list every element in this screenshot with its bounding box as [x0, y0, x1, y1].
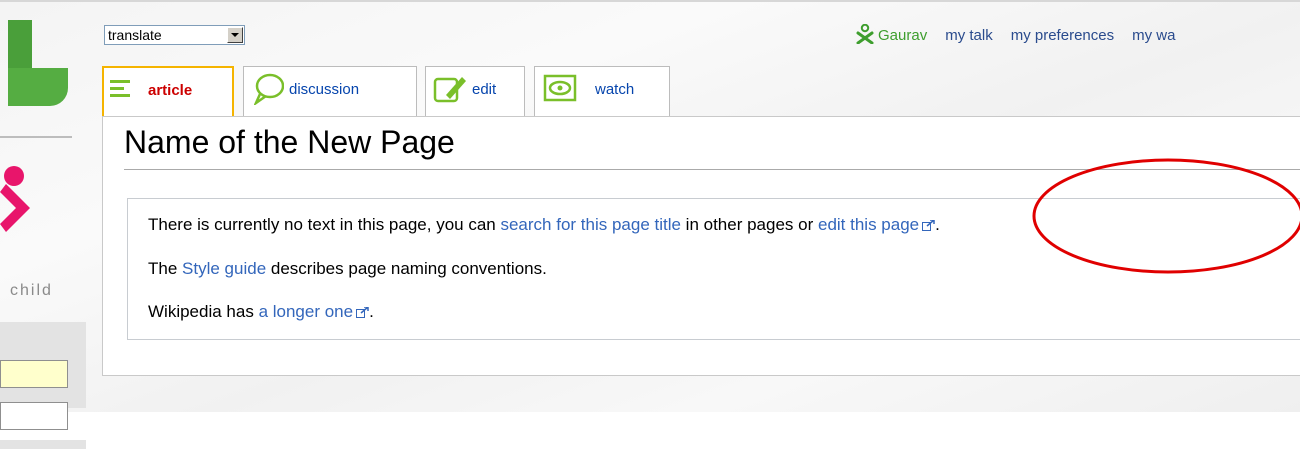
- sidebar-panel-bottom: [0, 440, 86, 449]
- tab-watch-label: watch: [595, 81, 635, 98]
- logo-green-base: [8, 68, 68, 106]
- notice-line-1: There is currently no text in this page,…: [148, 215, 940, 235]
- tab-edit[interactable]: edit: [425, 66, 525, 118]
- notice-text: .: [369, 302, 374, 321]
- page-title: Name of the New Page: [124, 124, 455, 160]
- tab-article[interactable]: article: [102, 66, 234, 120]
- notice-line-2: The Style guide describes page naming co…: [148, 259, 547, 279]
- tab-article-label: article: [148, 82, 193, 99]
- sidebar-search-input[interactable]: [0, 360, 68, 388]
- notice-text: .: [935, 215, 940, 234]
- dropdown-arrow-icon[interactable]: [227, 27, 243, 43]
- search-page-title-link[interactable]: search for this page title: [500, 215, 680, 234]
- notice-text: Wikipedia has: [148, 302, 259, 321]
- translate-select-value: translate: [108, 27, 162, 43]
- tab-watch[interactable]: watch: [534, 66, 670, 118]
- user-page-link[interactable]: Gaurav: [878, 27, 927, 44]
- tab-discussion[interactable]: discussion: [243, 66, 417, 118]
- sidebar: child: [0, 0, 88, 449]
- xo-user-icon: [856, 24, 874, 44]
- logo-tagline: child: [10, 282, 53, 299]
- style-guide-link[interactable]: Style guide: [182, 259, 266, 278]
- notice-text: describes page naming conventions.: [266, 259, 547, 278]
- notice-text: The: [148, 259, 183, 278]
- sidebar-input[interactable]: [0, 402, 68, 430]
- speech-bubble-icon: [254, 73, 284, 105]
- notice-text: in other pages or: [680, 215, 818, 234]
- my-talk-link[interactable]: my talk: [945, 27, 993, 44]
- eye-icon: [543, 74, 577, 102]
- external-link-icon: [356, 307, 369, 318]
- notice-line-3: Wikipedia has a longer one.: [148, 302, 374, 322]
- xo-logo-icon: [0, 166, 30, 232]
- my-watchlist-link[interactable]: my wa: [1132, 27, 1175, 44]
- translate-select[interactable]: translate: [104, 25, 245, 45]
- edit-this-page-link[interactable]: edit this page: [818, 215, 919, 234]
- tab-discussion-label: discussion: [289, 81, 360, 98]
- sidebar-divider: [0, 136, 72, 138]
- article-lines-icon: [110, 80, 130, 97]
- pencil-page-icon: [433, 77, 466, 103]
- longer-one-link[interactable]: a longer one: [259, 302, 354, 321]
- external-link-icon: [922, 220, 935, 231]
- notice-text: There is currently no text in this page,…: [148, 215, 501, 234]
- highlight-ellipse: [1032, 158, 1300, 274]
- tab-edit-label: edit: [472, 81, 497, 98]
- my-preferences-link[interactable]: my preferences: [1011, 27, 1114, 44]
- personal-toolbar: Gaurav my talk my preferences my wa: [856, 24, 1193, 46]
